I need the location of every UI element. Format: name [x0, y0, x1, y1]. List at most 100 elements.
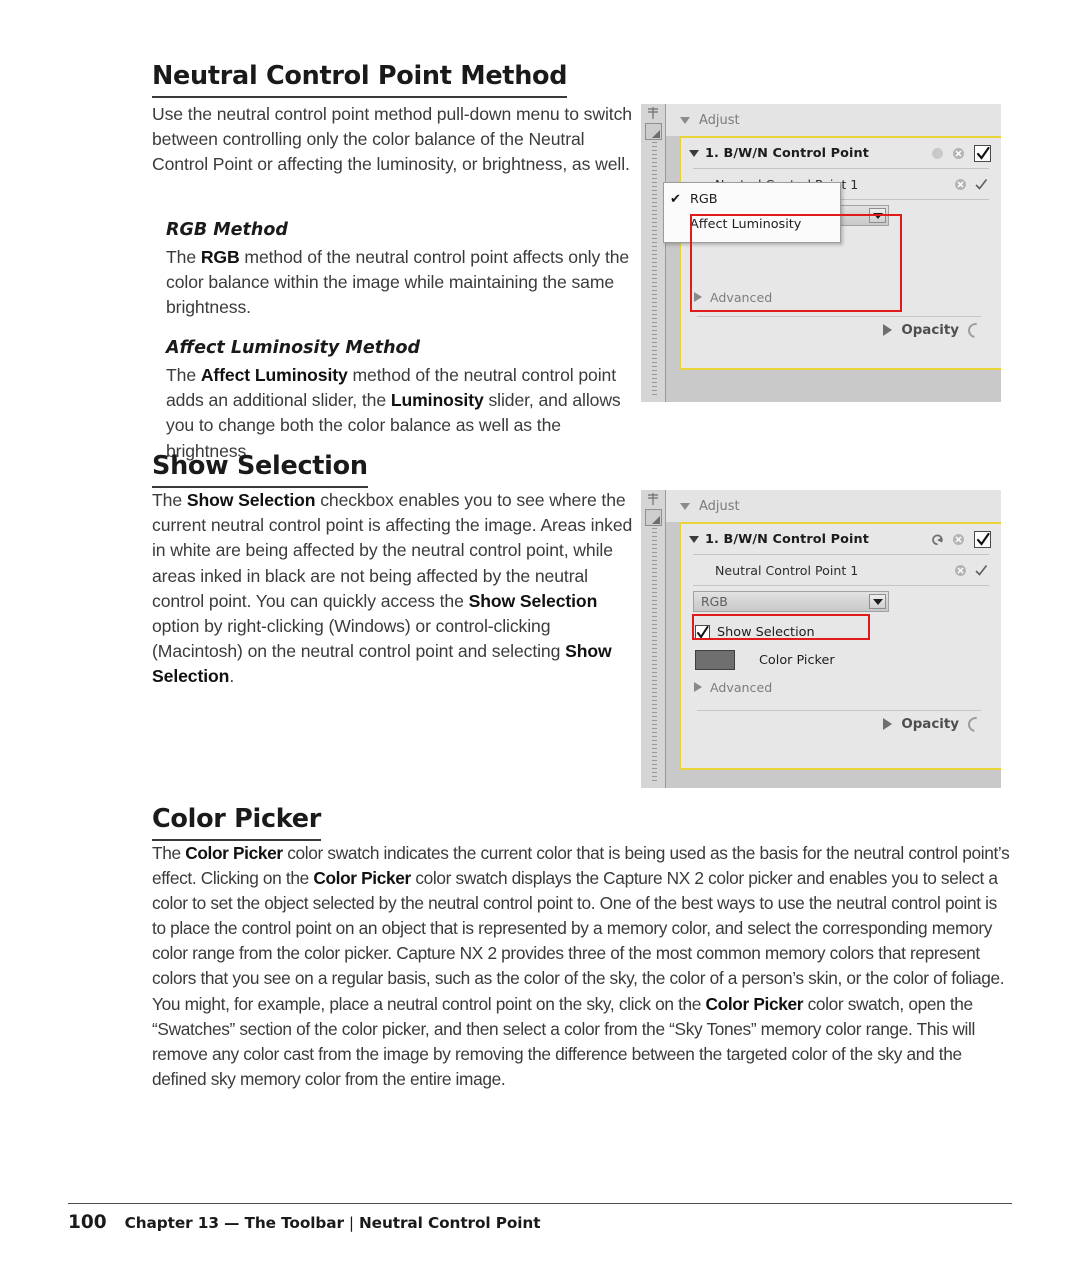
breadcrumb-chapter: Chapter 13 — The Toolbar [124, 1214, 344, 1232]
enable-checkmark-icon[interactable] [974, 177, 989, 192]
delete-icon[interactable] [953, 177, 968, 192]
paragraph-color-picker: The Color Picker color swatch indicates … [152, 841, 1010, 1092]
show-selection-label: Show Selection [717, 624, 815, 640]
rgb-method-heading: RGB Method [166, 220, 288, 240]
chevron-down-icon[interactable] [869, 208, 886, 223]
al-text-bold-1: Affect Luminosity [200, 365, 348, 385]
subheading-rgb-method: RGB Method [166, 220, 288, 242]
adjust-label: Adjust [699, 112, 740, 128]
advanced-label: Advanced [710, 289, 773, 305]
color-picker-heading: Color Picker [152, 804, 321, 842]
color-picker-swatch[interactable] [695, 650, 735, 670]
advanced-row[interactable]: Advanced [693, 674, 989, 700]
step-container-bwn-control-point: 1. B/W/N Control Point [679, 136, 1001, 370]
step-title: 1. B/W/N Control Point [705, 145, 869, 161]
advanced-row[interactable]: Advanced [693, 284, 989, 310]
panel-left-gutter [641, 490, 666, 788]
step-header-row[interactable]: 1. B/W/N Control Point [681, 138, 1001, 168]
menu-item-rgb[interactable]: ✔ RGB [664, 187, 840, 212]
ncp-intro-text: Use the neutral control point method pul… [152, 104, 632, 175]
paragraph-ncp-intro: Use the neutral control point method pul… [152, 102, 634, 178]
document-page: Neutral Control Point Method Use the neu… [0, 0, 1080, 1270]
heading-color-picker: Color Picker [152, 804, 321, 842]
delete-icon[interactable] [953, 563, 968, 578]
affect-luminosity-text: The Affect Luminosity method of the neut… [166, 363, 638, 464]
chevron-down-icon [689, 535, 699, 543]
enable-checkmark-icon[interactable] [974, 563, 989, 578]
opacity-dial-icon[interactable] [965, 713, 986, 735]
step-body: RGB Show Selection Color Picker Advanced… [681, 586, 1001, 737]
chevron-right-icon [694, 682, 702, 692]
menu-item-label: Affect Luminosity [690, 217, 802, 232]
neutral-control-point-row[interactable]: Neutral Control Point 1 [681, 555, 1001, 585]
adjust-section-header[interactable]: Adjust [666, 104, 1001, 136]
reset-icon[interactable] [930, 532, 945, 547]
affect-luminosity-heading: Affect Luminosity Method [166, 338, 421, 358]
paragraph-show-selection: The Show Selection checkbox enables you … [152, 488, 634, 690]
cp-text-mid-2: color swatch displays the Capture NX 2 c… [152, 868, 1005, 1014]
rgb-text-pre: The [166, 247, 201, 267]
adjust-section-header[interactable]: Adjust [666, 490, 1001, 522]
step-enable-checkbox[interactable] [974, 530, 991, 548]
breadcrumb-separator: | [348, 1214, 354, 1232]
panel-ruler-ticks [652, 528, 657, 782]
method-dropdown-menu[interactable]: ✔ RGB Affect Luminosity [663, 182, 841, 243]
opacity-row[interactable]: Opacity [693, 317, 989, 343]
step-header-row[interactable]: 1. B/W/N Control Point [681, 524, 1001, 554]
step-container-bwn-control-point: 1. B/W/N Control Point [679, 522, 1001, 770]
chevron-down-icon [680, 116, 690, 124]
ss-text-pre: The [152, 490, 187, 510]
show-selection-text: The Show Selection checkbox enables you … [152, 488, 634, 690]
panel-resize-handle[interactable] [645, 509, 662, 526]
page-footer: 100 Chapter 13 — The Toolbar | Neutral Con… [68, 1212, 541, 1233]
opacity-label: Opacity [901, 322, 959, 338]
al-text-bold-2: Luminosity [390, 390, 484, 411]
menu-item-label: RGB [690, 192, 718, 207]
panel-resize-handle[interactable] [645, 123, 662, 140]
page-number: 100 [68, 1212, 107, 1233]
reset-icon[interactable] [930, 146, 945, 161]
panel-collapse-icon[interactable] [645, 492, 661, 507]
step-enable-checkbox[interactable] [974, 144, 991, 162]
adjust-label: Adjust [699, 498, 740, 514]
cp-text-bold-3: Color Picker [705, 993, 804, 1014]
rgb-method-text: The RGB method of the neutral control po… [166, 245, 636, 321]
show-selection-heading: Show Selection [152, 451, 368, 489]
ss-text-bold-1: Show Selection [186, 490, 316, 510]
chevron-right-icon [883, 718, 893, 730]
opacity-row[interactable]: Opacity [693, 711, 989, 737]
menu-item-affect-luminosity[interactable]: Affect Luminosity [664, 212, 840, 237]
paragraph-rgb-method: The RGB method of the neutral control po… [166, 245, 636, 321]
chevron-right-icon [694, 292, 702, 302]
delete-icon[interactable] [951, 146, 966, 161]
paragraph-affect-luminosity: The Affect Luminosity method of the neut… [166, 363, 638, 464]
breadcrumb-topic: Neutral Control Point [358, 1214, 541, 1232]
opacity-label: Opacity [901, 716, 959, 732]
ss-text-post: . [229, 666, 235, 687]
chevron-right-icon [883, 324, 893, 336]
method-dropdown-value: RGB [701, 594, 728, 609]
show-selection-checkbox[interactable] [695, 624, 710, 640]
step-title: 1. B/W/N Control Point [705, 531, 869, 547]
cp-text-bold-2: Color Picker [313, 868, 411, 889]
screenshot-ncp-method-dropdown: Adjust 1. B/W/N Control Point 1 Advanced… [641, 104, 1001, 402]
cp-text-bold-1: Color Picker [185, 843, 283, 863]
al-text-pre: The [166, 365, 201, 385]
color-picker-row[interactable]: Color Picker [693, 646, 989, 674]
page-title: Neutral Control Point Method [152, 61, 568, 99]
chevron-down-icon[interactable] [869, 594, 886, 609]
cp-text-pre: The [152, 843, 186, 863]
color-picker-label: Color Picker [759, 652, 835, 668]
subheading-affect-luminosity-method: Affect Luminosity Method [166, 338, 420, 360]
panel-collapse-icon[interactable] [645, 106, 661, 121]
ss-text-mid-2: option by right-clicking (Windows) or co… [152, 616, 566, 662]
neutral-control-point-label: Neutral Control Point 1 [715, 562, 859, 578]
method-dropdown[interactable]: RGB [693, 591, 889, 612]
color-picker-text: The Color Picker color swatch indicates … [152, 841, 1010, 1092]
checkmark-icon: ✔ [670, 192, 681, 207]
ss-text-bold-2: Show Selection [468, 590, 598, 611]
delete-icon[interactable] [951, 532, 966, 547]
show-selection-row[interactable]: Show Selection [693, 620, 989, 644]
screenshot-show-selection: Adjust 1. B/W/N Control Point Neutral Co… [641, 490, 1001, 788]
opacity-dial-icon[interactable] [965, 319, 986, 341]
